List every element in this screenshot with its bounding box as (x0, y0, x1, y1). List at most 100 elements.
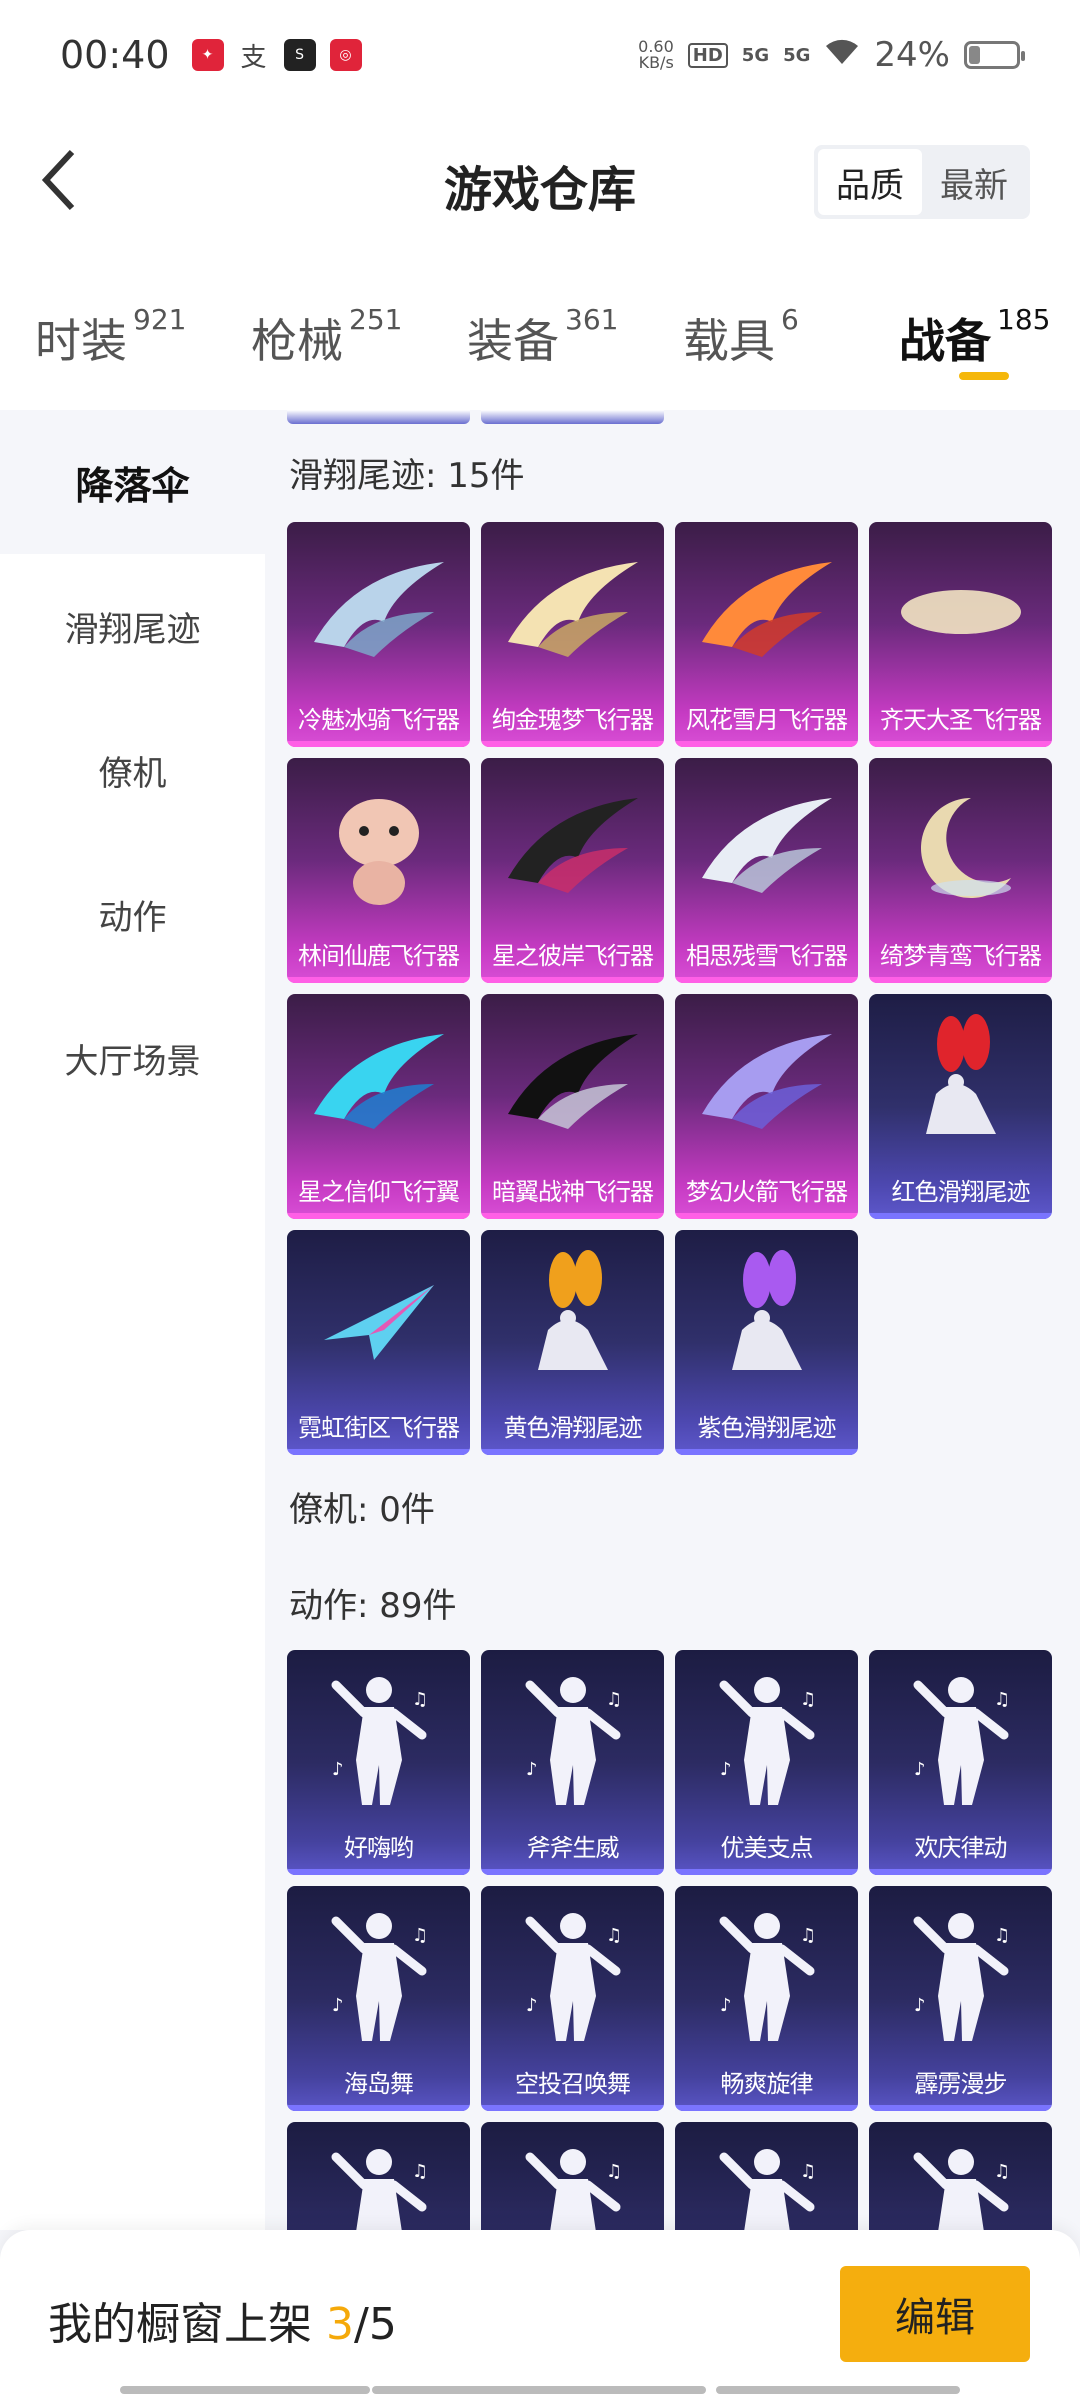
card-name: 齐天大圣飞行器 (880, 706, 1042, 734)
rarity-bar (481, 1449, 664, 1455)
rarity-bar (287, 741, 470, 747)
card-name: 畅爽旋律 (720, 2070, 814, 2098)
tab-equipment[interactable]: 装备 361 (467, 250, 648, 410)
previous-card-edge (481, 410, 664, 424)
sort-toggle: 品质 最新 (814, 145, 1030, 219)
yellow-smoke-trail-icon (481, 1240, 664, 1400)
blue-wing-glider-icon (287, 1004, 470, 1164)
status-time: 00:40 (60, 33, 170, 77)
dancer-icon: ♪♫ (869, 1660, 1052, 1820)
action-card[interactable]: ♪♫ (287, 2122, 470, 2230)
sidebar-item-parachute[interactable]: 降落伞 (0, 410, 265, 554)
glide-trail-card[interactable]: 霓虹街区飞行器 (287, 1230, 470, 1455)
tab-guns[interactable]: 枪械 251 (251, 250, 432, 410)
rarity-bar (675, 1449, 858, 1455)
action-card[interactable]: ♪ ♫ 好嗨哟 (287, 1650, 470, 1875)
back-button[interactable] (30, 145, 90, 215)
tab-count: 6 (781, 303, 799, 336)
tab-label: 枪械 (251, 314, 343, 368)
action-card[interactable]: ♪♫ (869, 2122, 1052, 2230)
action-card[interactable]: ♪ ♫ 空投召唤舞 (481, 1886, 664, 2111)
glide-trail-card[interactable]: 暗翼战神飞行器 (481, 994, 664, 1219)
action-card[interactable]: ♪ ♫ 畅爽旋律 (675, 1886, 858, 2111)
glide-trail-card[interactable]: 绮梦青鸾飞行器 (869, 758, 1052, 983)
card-name: 斧斧生威 (526, 1834, 620, 1862)
signal-5g-icon: 5G (741, 44, 770, 66)
svg-text:♪: ♪ (914, 1995, 926, 2016)
tab-count: 361 (565, 303, 619, 336)
glide-trail-card[interactable]: 风花雪月飞行器 (675, 522, 858, 747)
card-name: 霹雳漫步 (914, 2070, 1008, 2098)
battery-percent: 24% (874, 35, 950, 75)
rarity-bar (287, 977, 470, 983)
glide-trail-card[interactable]: 梦幻火箭飞行器 (675, 994, 858, 1219)
glide-trail-card[interactable]: 星之信仰飞行翼 (287, 994, 470, 1219)
tab-label: 装备 (467, 314, 559, 368)
glide-trail-card[interactable]: 冷魅冰骑飞行器 (287, 522, 470, 747)
wifi-icon (824, 35, 860, 75)
glide-trail-card[interactable]: 林间仙鹿飞行器 (287, 758, 470, 983)
sidebar-item-action[interactable]: 动作 (0, 842, 265, 986)
action-card[interactable]: ♪♫ (481, 2122, 664, 2230)
card-name: 星之信仰飞行翼 (298, 1178, 460, 1206)
crown-glider-icon (481, 532, 664, 692)
svg-text:♫: ♫ (994, 1925, 1010, 1946)
action-card[interactable]: ♪ ♫ 海岛舞 (287, 1886, 470, 2111)
sort-newest-button[interactable]: 最新 (922, 149, 1026, 215)
rarity-bar (481, 1869, 664, 1875)
rarity-bar (481, 977, 664, 983)
glide-trail-card[interactable]: 红色滑翔尾迹 (869, 994, 1052, 1219)
status-bar: 00:40 ✦ 支 S ◎ 0.60 KB/s HD 5G 5G 24% (0, 0, 1080, 110)
red-smoke-trail-icon (869, 1004, 1052, 1164)
tab-battle-prep[interactable]: 战备 185 (899, 250, 1080, 410)
action-card[interactable]: ♪ ♫ 欢庆律动 (869, 1650, 1052, 1875)
tab-vehicles[interactable]: 载具 6 (683, 250, 864, 410)
edit-button[interactable]: 编辑 (840, 2266, 1030, 2362)
rarity-bar (675, 1869, 858, 1875)
action-card[interactable]: ♪ ♫ 斧斧生威 (481, 1650, 664, 1875)
tab-fashion[interactable]: 时装 921 (35, 250, 216, 410)
sort-quality-button[interactable]: 品质 (818, 149, 922, 215)
svg-text:♪: ♪ (332, 1995, 344, 2016)
app-notification-icon: ✦ (191, 39, 224, 71)
section-title-wingman: 僚机: 0件 (289, 1490, 435, 1530)
card-name: 优美支点 (720, 1834, 814, 1862)
svg-text:♪: ♪ (526, 1759, 538, 1780)
dancer-icon: ♪♫ (287, 1660, 470, 1820)
glide-trail-grid: 冷魅冰骑飞行器 绚金瑰梦飞行器 风花雪月飞行器 齐天大圣飞行器林间仙鹿飞行器 星之彼岸飞… (287, 522, 1052, 1455)
dark-wing-glider-icon (481, 768, 664, 928)
sidebar-item-lobby-scene[interactable]: 大厅场景 (0, 986, 265, 1130)
svg-text:♪: ♪ (720, 1759, 732, 1780)
card-name: 绚金瑰梦飞行器 (492, 706, 654, 734)
action-card[interactable]: ♪ ♫ 霹雳漫步 (869, 1886, 1052, 2111)
glide-trail-card[interactable]: 相思残雪飞行器 (675, 758, 858, 983)
rocket-glider-icon (675, 1004, 858, 1164)
dancer-icon: ♪♫ (287, 2132, 470, 2230)
phoenix-glider-icon (675, 532, 858, 692)
glide-trail-card[interactable]: 绚金瑰梦飞行器 (481, 522, 664, 747)
sidebar-item-glide-trail[interactable]: 滑翔尾迹 (0, 554, 265, 698)
card-name: 暗翼战神飞行器 (492, 1178, 654, 1206)
purple-smoke-trail-icon (675, 1240, 858, 1400)
action-card[interactable]: ♪ ♫ 优美支点 (675, 1650, 858, 1875)
action-card[interactable]: ♪♫ (675, 2122, 858, 2230)
action-grid: ♪ ♫ 好嗨哟 ♪ ♫ 斧斧生威 ♪ ♫ 优美支点 ♪ ♫ 欢庆律动 ♪ ♫ 海岛舞 ♪ ♫ 空投召唤舞 ♪ ♫ 畅爽旋… (287, 1650, 1052, 2230)
netease-music-notification-icon: ◎ (329, 39, 362, 71)
glide-trail-card[interactable]: 黄色滑翔尾迹 (481, 1230, 664, 1455)
crescent-moon-glider-icon (869, 768, 1052, 928)
sidebar-item-wingman[interactable]: 僚机 (0, 698, 265, 842)
dancer-icon: ♪♫ (869, 2132, 1052, 2230)
glide-trail-card[interactable]: 星之彼岸飞行器 (481, 758, 664, 983)
svg-text:♪: ♪ (720, 1995, 732, 2016)
glide-trail-card[interactable]: 齐天大圣飞行器 (869, 522, 1052, 747)
glide-trail-card[interactable]: 紫色滑翔尾迹 (675, 1230, 858, 1455)
previous-card-edge (287, 410, 470, 424)
cloud-glider-icon (869, 532, 1052, 692)
tab-label: 时装 (35, 314, 127, 368)
svg-text:♫: ♫ (994, 2161, 1010, 2182)
item-list[interactable]: 滑翔尾迹: 15件 冷魅冰骑飞行器 绚金瑰梦飞行器 风花雪月飞行器 齐天大圣飞行器 林间… (265, 410, 1080, 2230)
rarity-bar (869, 1213, 1052, 1219)
chevron-left-icon (41, 149, 75, 211)
dancer-icon: ♪♫ (481, 2132, 664, 2230)
feather-wing-glider-icon (675, 768, 858, 928)
